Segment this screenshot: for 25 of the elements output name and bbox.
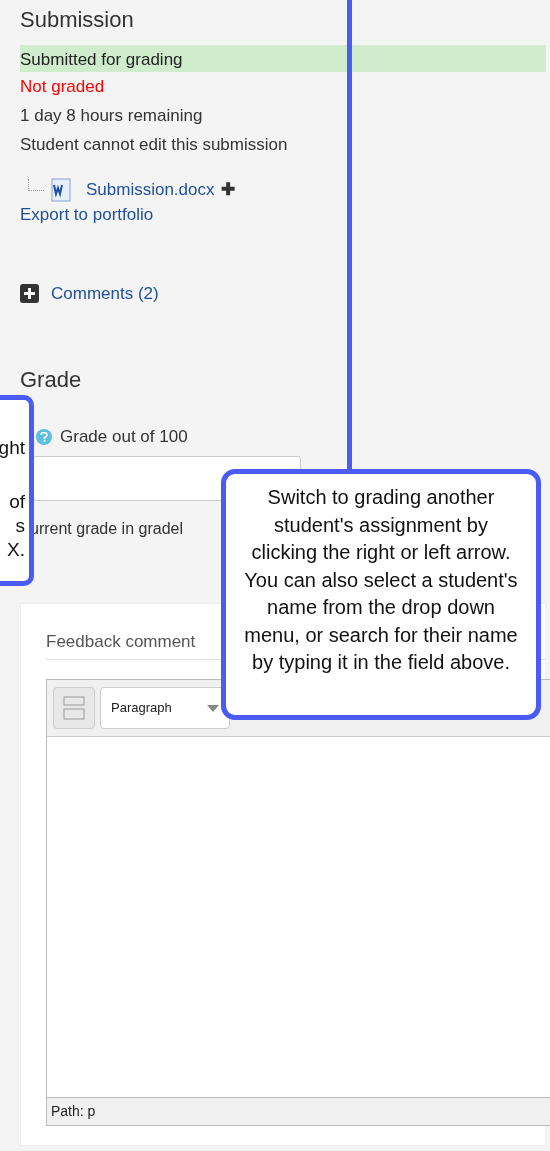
callout-text: Switch to grading another student's assignment by clicking the right or left arrow. You can also select a student's name from the drop down menu, or search for their name by typing it in the field above. [244, 485, 518, 675]
path-bar: Path: p [47, 1097, 550, 1125]
status-text: Not graded [20, 76, 106, 98]
section-heading: Grade [20, 366, 82, 394]
callout-text: X. [7, 538, 25, 562]
section-heading: Submission [20, 6, 134, 34]
word-document-icon [50, 177, 72, 202]
toolbar-toggle-icon[interactable] [53, 687, 95, 729]
file-link[interactable]: Submission.docx [86, 177, 215, 203]
callout-text: s [15, 514, 25, 538]
comments-link[interactable]: Comments (2) [51, 280, 159, 306]
tree-connector-icon [28, 178, 44, 191]
field-label: Grade out of 100 [60, 426, 188, 448]
rich-text-editor[interactable]: Paragraph Path: p [46, 679, 550, 1126]
status-text: Student cannot edit this submission [20, 134, 289, 156]
field-label: Feedback comment [46, 630, 196, 653]
expand-icon[interactable] [20, 283, 39, 303]
export-link[interactable]: Export to portfolio [20, 202, 154, 227]
caret-icon [207, 704, 219, 712]
status-text: Submitted for grading [20, 45, 546, 72]
format-dropdown[interactable]: Paragraph [100, 687, 230, 729]
plus-icon[interactable]: ✚ [220, 177, 235, 203]
status-text: 1 day 8 hours remaining [20, 105, 204, 127]
callout-text: of [9, 490, 25, 514]
callout-text: ght [0, 436, 25, 460]
